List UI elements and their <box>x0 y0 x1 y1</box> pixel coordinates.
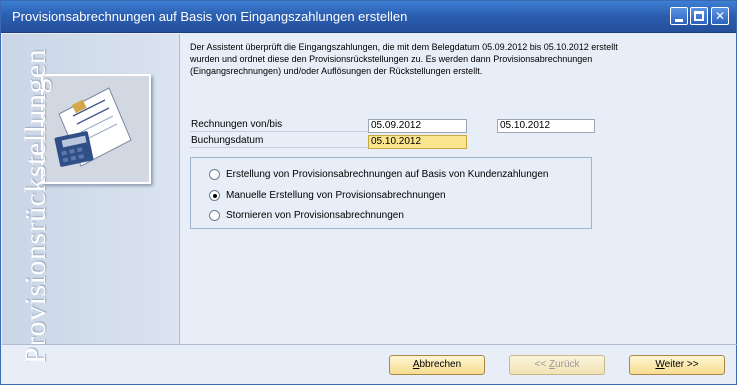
invoices-to-field[interactable]: 05.10.2012 <box>497 119 595 133</box>
invoices-label-row: Rechnungen von/bis <box>190 118 368 132</box>
wizard-sidebar: Provisionsrückstellungen <box>2 34 179 364</box>
window-title: Provisionsabrechnungen auf Basis von Ein… <box>12 9 408 24</box>
radio-button[interactable] <box>209 210 220 221</box>
invoices-from-field[interactable]: 05.09.2012 <box>368 119 467 133</box>
radio-button[interactable] <box>209 169 220 180</box>
intro-line: Der Assistent überprüft die Eingangszahl… <box>190 42 618 52</box>
option-label: Manuelle Erstellung von Provisionsabrech… <box>226 190 446 201</box>
back-button[interactable]: << Zurück <box>509 355 605 375</box>
posting-date-label-row: Buchungsdatum <box>190 134 368 148</box>
cancel-button[interactable]: Abbrechen <box>389 355 485 375</box>
intro-line: (Eingangsrechnungen) und/oder Auflösunge… <box>190 66 483 76</box>
posting-date-label: Buchungsdatum <box>191 135 264 146</box>
document-calculator-icon <box>41 74 151 184</box>
wizard-window: Provisionsabrechnungen auf Basis von Ein… <box>0 0 737 385</box>
minimize-icon[interactable] <box>670 7 688 25</box>
intro-line: wurden und ordnet diese den Provisionsrü… <box>190 54 593 64</box>
options-group: Erstellung von Provisionsabrechnungen au… <box>190 157 592 229</box>
invoices-label: Rechnungen von/bis <box>191 119 283 130</box>
sidebar-caption: Provisionsrückstellungen <box>19 48 52 364</box>
close-icon[interactable]: ✕ <box>711 7 729 25</box>
intro-text: Der Assistent überprüft die Eingangszahl… <box>190 41 710 77</box>
next-button[interactable]: Weiter >> <box>629 355 725 375</box>
posting-date-field[interactable]: 05.10.2012 <box>368 135 467 149</box>
maximize-icon[interactable] <box>690 7 708 25</box>
option-label: Stornieren von Provisionsabrechnungen <box>226 210 404 221</box>
title-bar[interactable]: Provisionsabrechnungen auf Basis von Ein… <box>1 1 736 33</box>
footer-divider <box>2 344 737 345</box>
option-label: Erstellung von Provisionsabrechnungen au… <box>226 169 549 180</box>
radio-button-checked[interactable] <box>209 190 220 201</box>
sidebar-divider <box>179 34 180 344</box>
